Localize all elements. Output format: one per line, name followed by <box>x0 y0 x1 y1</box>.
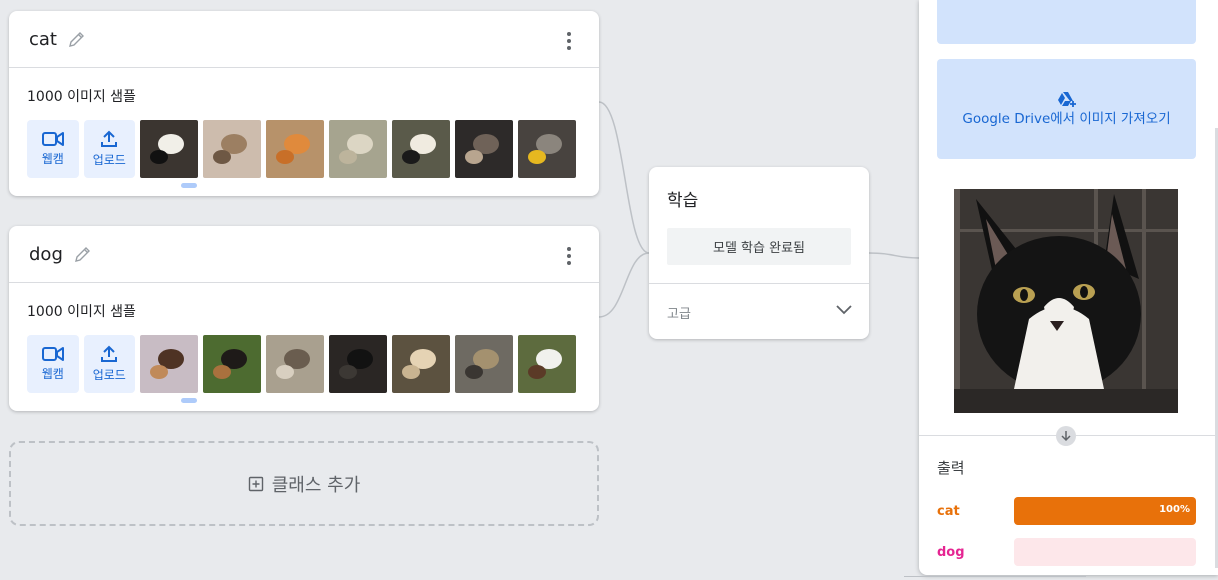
sample-row: 웹캠 업로드 <box>27 120 581 178</box>
webcam-button[interactable]: 웹캠 <box>27 335 79 393</box>
preview-panel: Google Drive에서 이미지 가져오기 출력 cat 100% dog <box>919 0 1218 575</box>
preview-image <box>954 189 1178 413</box>
pencil-icon[interactable] <box>73 244 93 264</box>
arrow-down-icon <box>1056 426 1076 446</box>
training-title: 학습 <box>667 191 699 211</box>
sample-thumbnail[interactable] <box>518 120 576 178</box>
class-card-cat: cat 1000 이미지 샘플 웹캠 업로드 <box>9 11 599 196</box>
thumbnail-strip <box>140 120 581 178</box>
upload-label: 업로드 <box>92 153 126 167</box>
upload-button[interactable]: 업로드 <box>83 120 135 178</box>
webcam-button[interactable]: 웹캠 <box>27 120 79 178</box>
class-card-body: 1000 이미지 샘플 웹캠 업로드 <box>9 68 599 196</box>
scroll-indicator[interactable] <box>181 398 197 403</box>
sample-thumbnail[interactable] <box>455 335 513 393</box>
sample-count: 1000 이미지 샘플 <box>27 89 136 105</box>
output-label: dog <box>937 544 965 560</box>
sample-thumbnail[interactable] <box>140 120 198 178</box>
add-class-button[interactable]: 클래스 추가 <box>9 441 599 526</box>
confidence-bar <box>1014 538 1196 566</box>
sample-thumbnail[interactable] <box>518 335 576 393</box>
output-row-cat: cat 100% <box>937 497 1196 525</box>
webcam-label: 웹캠 <box>41 152 64 166</box>
add-box-icon <box>248 476 263 491</box>
divider <box>649 283 869 284</box>
more-vert-icon[interactable] <box>559 246 579 266</box>
class-card-dog: dog 1000 이미지 샘플 웹캠 업로드 <box>9 226 599 411</box>
sample-thumbnail[interactable] <box>329 120 387 178</box>
upload-label: 업로드 <box>92 368 126 382</box>
upload-button[interactable]: 업로드 <box>83 335 135 393</box>
sample-thumbnail[interactable] <box>329 335 387 393</box>
sample-row: 웹캠 업로드 <box>27 335 581 393</box>
output-row-dog: dog <box>937 538 1196 566</box>
class-card-body: 1000 이미지 샘플 웹캠 업로드 <box>9 283 599 411</box>
videocam-icon <box>41 132 64 146</box>
sample-thumbnail[interactable] <box>392 335 450 393</box>
sample-thumbnail[interactable] <box>140 335 198 393</box>
class-card-header: dog <box>9 226 599 283</box>
class-card-header: cat <box>9 11 599 68</box>
upload-icon <box>101 345 118 362</box>
train-model-button[interactable]: 모델 학습 완료됨 <box>667 228 851 265</box>
training-panel: 학습 모델 학습 완료됨 고급 <box>649 167 869 339</box>
class-name[interactable]: cat <box>29 29 57 50</box>
sample-count: 1000 이미지 샘플 <box>27 304 136 320</box>
webcam-label: 웹캠 <box>41 367 64 381</box>
videocam-icon <box>41 347 64 361</box>
google-drive-button[interactable]: Google Drive에서 이미지 가져오기 <box>937 59 1196 159</box>
sample-thumbnail[interactable] <box>455 120 513 178</box>
pencil-icon[interactable] <box>67 29 87 49</box>
chevron-down-icon[interactable] <box>835 303 853 315</box>
google-drive-label: Google Drive에서 이미지 가져오기 <box>962 110 1171 127</box>
sample-thumbnail[interactable] <box>266 335 324 393</box>
divider <box>904 576 1086 580</box>
google-drive-add-icon <box>1057 91 1076 107</box>
thumbnail-strip <box>140 335 581 393</box>
advanced-label[interactable]: 고급 <box>667 303 691 322</box>
confidence-percent: 100% <box>1159 504 1190 515</box>
sample-thumbnail[interactable] <box>203 120 261 178</box>
output-title: 출력 <box>937 459 965 477</box>
class-name[interactable]: dog <box>29 244 63 265</box>
upload-option-button[interactable] <box>937 0 1196 44</box>
sample-thumbnail[interactable] <box>392 120 450 178</box>
sample-thumbnail[interactable] <box>266 120 324 178</box>
output-label: cat <box>937 503 960 519</box>
more-vert-icon[interactable] <box>559 31 579 51</box>
confidence-bar: 100% <box>1014 497 1196 525</box>
scroll-indicator[interactable] <box>181 183 197 188</box>
upload-icon <box>101 130 118 147</box>
sample-thumbnail[interactable] <box>203 335 261 393</box>
add-class-label: 클래스 추가 <box>271 474 361 496</box>
